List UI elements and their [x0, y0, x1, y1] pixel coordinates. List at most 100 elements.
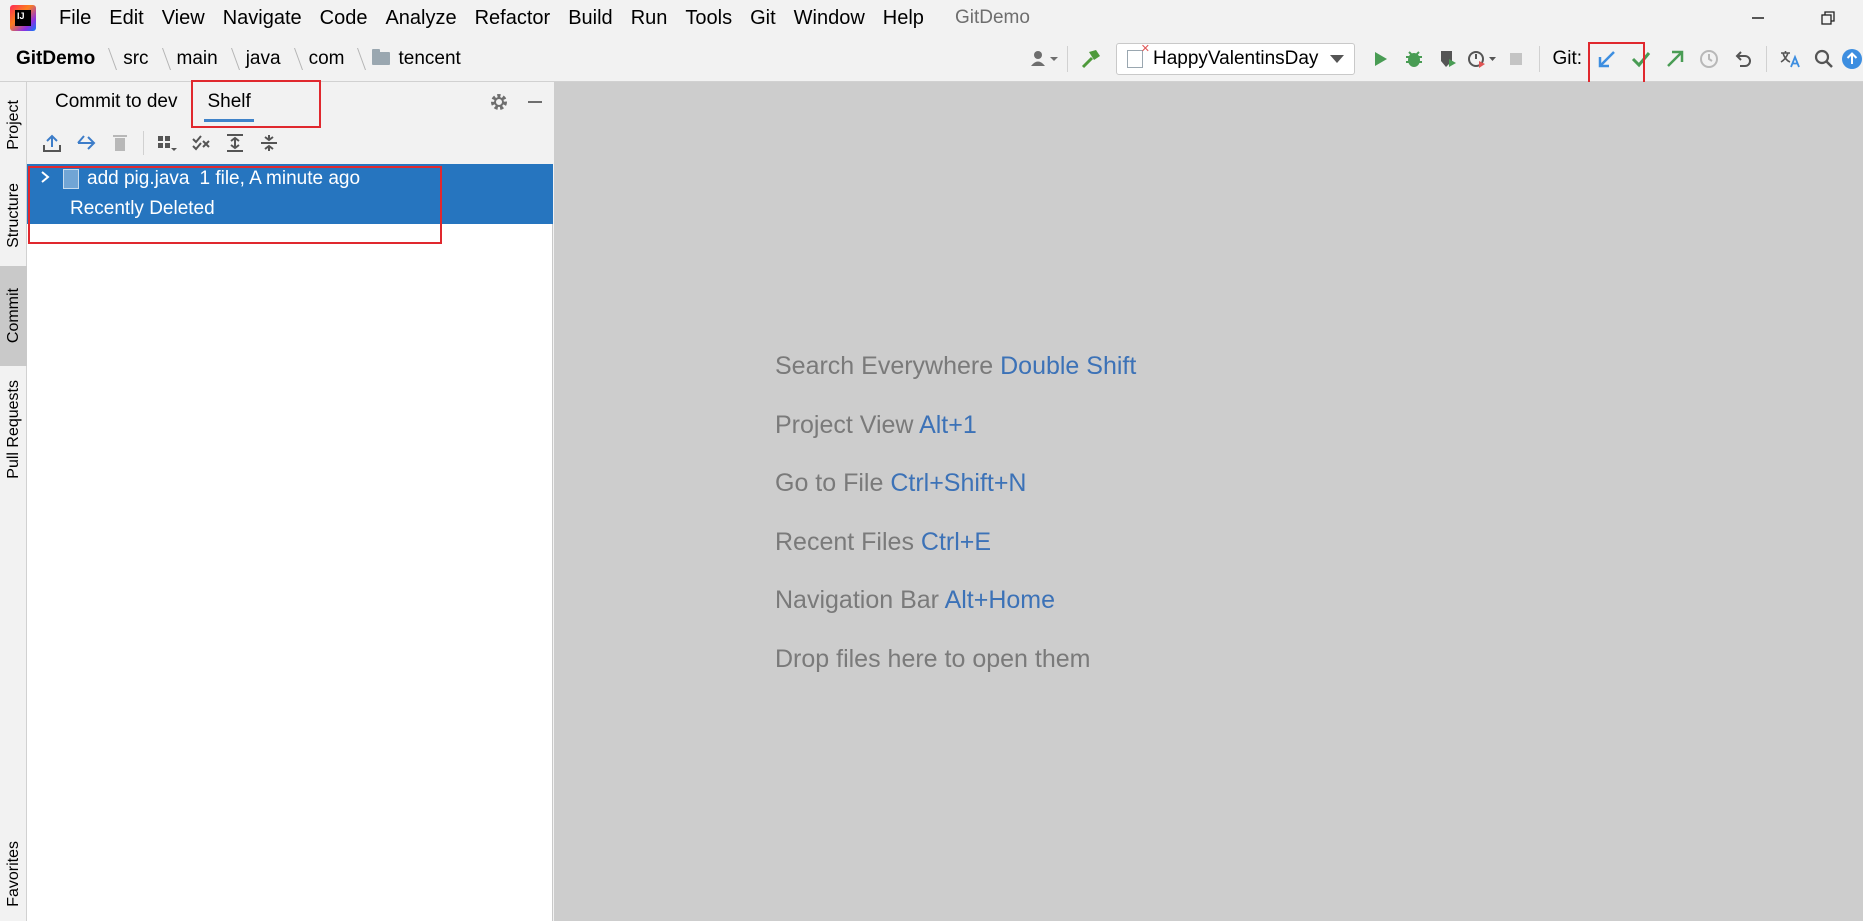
editor-empty-area[interactable]: Search Everywhere Double Shift Project V…: [554, 82, 1863, 921]
stripe-structure[interactable]: Structure: [0, 170, 27, 260]
menu-build[interactable]: Build: [559, 0, 621, 36]
minimize-icon: [528, 101, 542, 103]
hint-navigation-bar: Navigation Bar Alt+Home: [775, 584, 1136, 643]
stop-button[interactable]: [1499, 42, 1533, 76]
highlight-box-shelf-tab: [191, 80, 321, 128]
hint-recent-files: Recent Files Ctrl+E: [775, 526, 1136, 585]
git-rollback-button[interactable]: [1726, 42, 1760, 76]
menu-navigate[interactable]: Navigate: [214, 0, 311, 36]
hint-shortcut: Alt+Home: [944, 586, 1056, 615]
stripe-project-label: Project: [4, 100, 22, 150]
stop-icon: [1510, 53, 1523, 65]
hint-search-everywhere: Search Everywhere Double Shift: [775, 350, 1136, 409]
breadcrumb-project[interactable]: GitDemo: [16, 48, 95, 70]
undo-icon: [1735, 51, 1751, 67]
run-button[interactable]: [1363, 42, 1397, 76]
update-available-icon: [1842, 49, 1862, 69]
run-with-coverage-button[interactable]: [1431, 42, 1465, 76]
shelf-toolbar: [27, 122, 553, 164]
translate-icon: [1780, 51, 1800, 68]
hint-shortcut: Ctrl+Shift+N: [890, 469, 1027, 498]
hide-panel-button[interactable]: [517, 84, 553, 120]
menu-analyze[interactable]: Analyze: [376, 0, 465, 36]
breadcrumb-tencent-label: tencent: [398, 47, 461, 69]
stripe-project[interactable]: Project: [0, 88, 27, 162]
translate-button[interactable]: [1773, 42, 1807, 76]
hint-text: Go to File: [775, 469, 884, 498]
collapse-all-button[interactable]: [252, 126, 286, 160]
menu-code[interactable]: Code: [311, 0, 377, 36]
toolbar-separator: [1539, 46, 1541, 72]
run-config-error-icon: [1126, 42, 1150, 68]
bug-icon: [1406, 51, 1423, 67]
toolbar-separator: [143, 131, 144, 155]
group-by-button[interactable]: [150, 126, 184, 160]
stripe-commit[interactable]: Commit: [0, 266, 27, 366]
breadcrumb-separator: [223, 47, 240, 70]
highlight-box-shelf-list: [28, 166, 442, 244]
debug-button[interactable]: [1397, 42, 1431, 76]
left-tool-stripe: Project Structure Commit Pull Requests F…: [0, 82, 27, 921]
chevron-down-icon: [1330, 55, 1345, 63]
user-icon: [1030, 51, 1058, 66]
build-button[interactable]: [1074, 42, 1108, 76]
restore-button[interactable]: [1793, 0, 1863, 36]
settings-button[interactable]: [481, 84, 517, 120]
collapse-all-icon: [261, 135, 277, 151]
check-list-icon: [192, 135, 210, 151]
menu-help[interactable]: Help: [874, 0, 933, 36]
breadcrumb-separator: [154, 47, 171, 70]
window-title: GitDemo: [954, 7, 1030, 28]
tool-window-actions: [481, 82, 553, 122]
hint-text: Project View: [775, 410, 914, 439]
run-configuration-select[interactable]: HappyValentinsDay: [1115, 42, 1356, 75]
menu-file[interactable]: File: [50, 0, 100, 36]
git-label: Git:: [1552, 48, 1582, 69]
breadcrumb-separator: [286, 47, 303, 70]
toolbar-separator: [1066, 46, 1068, 72]
play-icon: [1375, 52, 1388, 66]
search-everywhere-button[interactable]: [1807, 42, 1841, 76]
stripe-favorites[interactable]: Favorites: [0, 834, 27, 914]
menu-run[interactable]: Run: [622, 0, 677, 36]
git-history-button[interactable]: [1692, 42, 1726, 76]
navigation-bar: GitDemo src main java com tencent HappyV…: [0, 36, 1863, 82]
merge-icon: [77, 135, 96, 150]
breadcrumb-separator: [350, 47, 367, 70]
menu-edit[interactable]: Edit: [100, 0, 152, 36]
delete-shelved-button[interactable]: [103, 126, 137, 160]
folder-icon: [372, 49, 391, 65]
highlight-box-commit: [1588, 42, 1645, 85]
show-diff-button[interactable]: [184, 126, 218, 160]
breadcrumb-tencent[interactable]: tencent: [372, 47, 461, 70]
minimize-icon: [1752, 17, 1764, 19]
git-push-button[interactable]: [1658, 42, 1692, 76]
hint-go-to-file: Go to File Ctrl+Shift+N: [775, 467, 1136, 526]
toolbar-separator: [1766, 46, 1767, 72]
ide-update-button[interactable]: [1841, 42, 1863, 76]
menu-window[interactable]: Window: [785, 0, 874, 36]
merge-shelved-button[interactable]: [69, 126, 103, 160]
user-dropdown-button[interactable]: [1027, 42, 1061, 76]
stripe-pull-requests[interactable]: Pull Requests: [0, 374, 27, 484]
restore-icon: [1821, 11, 1835, 25]
hint-text: Recent Files: [775, 527, 914, 556]
menu-bar: IJ File Edit View Navigate Code Analyze …: [0, 0, 1863, 36]
menu-refactor[interactable]: Refactor: [466, 0, 560, 36]
menu-git[interactable]: Git: [741, 0, 785, 36]
hint-shortcut: Alt+1: [919, 410, 977, 439]
breadcrumb-main[interactable]: main: [177, 48, 218, 70]
menu-view[interactable]: View: [153, 0, 214, 36]
profile-button[interactable]: [1465, 42, 1499, 76]
minimize-button[interactable]: [1723, 0, 1793, 36]
breadcrumb-src[interactable]: src: [123, 48, 148, 70]
trash-icon: [113, 135, 127, 151]
unshelve-button[interactable]: [35, 126, 69, 160]
menu-tools[interactable]: Tools: [676, 0, 741, 36]
expand-all-button[interactable]: [218, 126, 252, 160]
search-icon: [1814, 49, 1833, 68]
breadcrumb-com[interactable]: com: [309, 48, 345, 70]
tab-commit-to-dev[interactable]: Commit to dev: [40, 82, 192, 122]
expand-all-icon: [227, 134, 243, 152]
breadcrumb-java[interactable]: java: [246, 48, 281, 70]
